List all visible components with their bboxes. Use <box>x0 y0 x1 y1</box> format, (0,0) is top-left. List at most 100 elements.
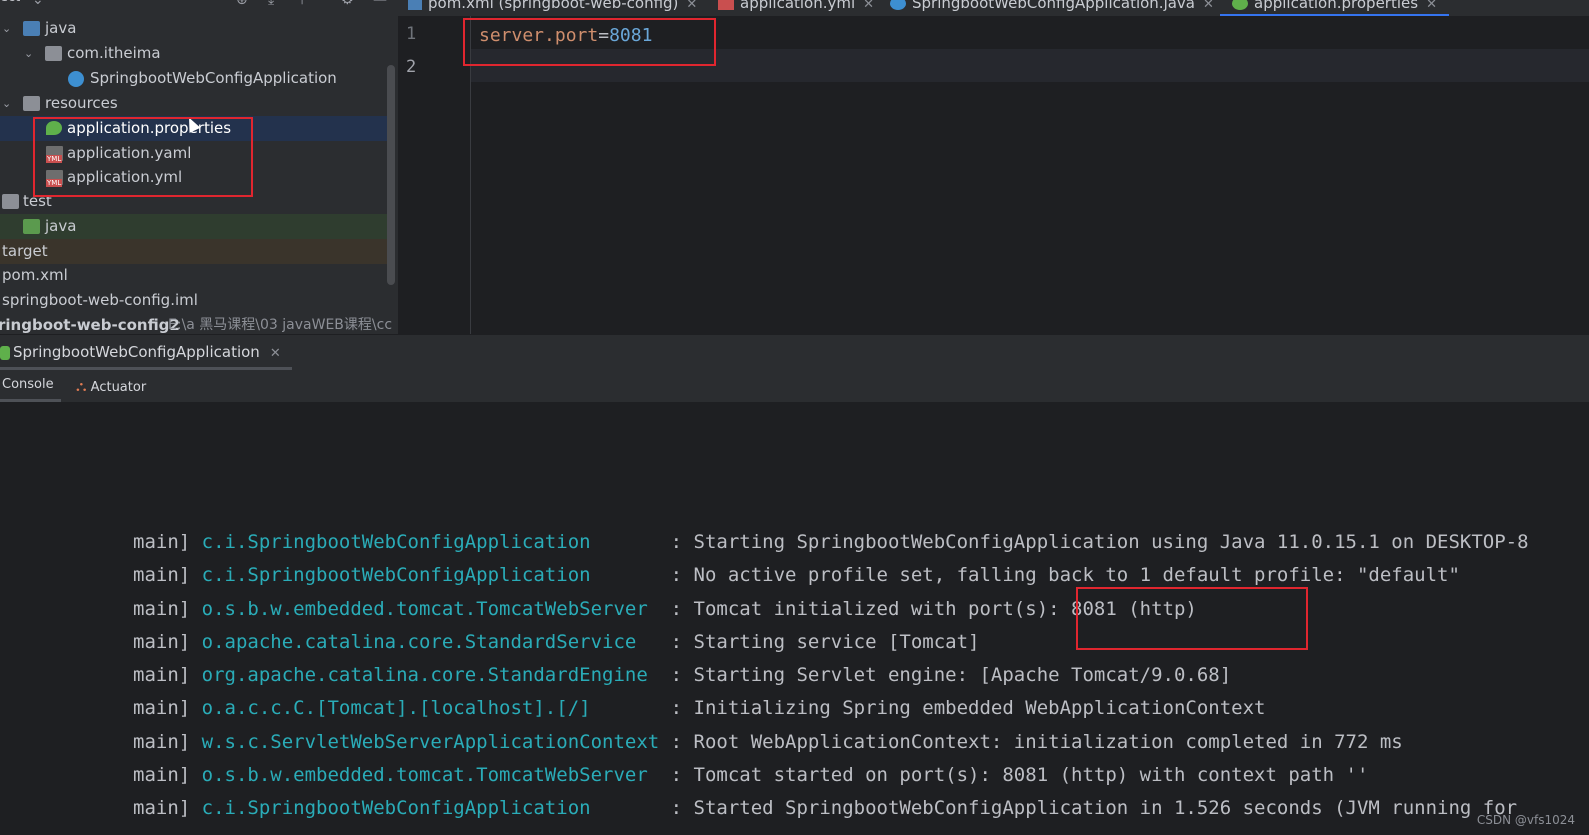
log-message: : Starting Servlet engine: [Apache Tomca… <box>659 664 1232 686</box>
log-logger: o.s.b.w.embedded.tomcat.TomcatWebServer <box>201 764 660 786</box>
console-line: main] w.s.c.ServletWebServerApplicationC… <box>133 731 1403 761</box>
tab-label: pom.xml (springboot-web-config) <box>428 0 679 12</box>
log-thread: main] <box>133 598 202 620</box>
tree-item-label: pom.xml <box>2 266 68 284</box>
tree-item-java[interactable]: ⌄ java <box>0 16 387 41</box>
console-line: main] c.i.SpringbootWebConfigApplication… <box>133 531 1529 561</box>
gear-icon[interactable]: ⚙ <box>341 0 354 8</box>
tree-item-label: java <box>45 217 77 235</box>
tab-application-yml[interactable]: application.yml ✕ <box>718 0 874 14</box>
folder-icon <box>2 194 19 209</box>
tree-item-label: target <box>2 242 48 260</box>
tree-item-resources[interactable]: ⌄ resources <box>0 91 387 116</box>
chevron-down-icon[interactable]: ⌄ <box>2 16 11 41</box>
hide-icon[interactable]: — <box>373 0 387 8</box>
tree-item-path: E:\a 黑马课程\03 javaWEB课程\cc <box>168 317 393 333</box>
console-line: main] o.apache.catalina.core.StandardSer… <box>133 631 980 661</box>
tab-actuator[interactable]: ⛬ Actuator <box>76 377 146 395</box>
yaml-file-icon <box>718 0 734 10</box>
highlight-box-port-8081 <box>1076 587 1308 650</box>
tab-application-properties[interactable]: application.properties ✕ <box>1220 0 1449 16</box>
log-thread: main] <box>133 731 202 753</box>
resources-folder-icon <box>23 96 40 111</box>
console-line: main] o.s.b.w.embedded.tomcat.TomcatWebS… <box>133 764 1368 794</box>
tab-label: application.yml <box>740 0 856 12</box>
spring-boot-run-icon <box>0 345 10 360</box>
console-line: main] o.s.b.w.embedded.tomcat.TomcatWebS… <box>133 598 1197 628</box>
log-thread: main] <box>133 797 202 819</box>
close-icon[interactable]: ✕ <box>1203 0 1214 12</box>
run-subtab-bar: Console ⛬ Actuator <box>0 370 1589 403</box>
project-tool-window: ect ⌄ ⊕ ⤓ ⤒ ⚙ — ⌄ java ⌄ com.itheima Spr… <box>0 0 398 336</box>
tree-item-target[interactable]: target <box>0 239 387 264</box>
code-editor[interactable]: 1 2 server.port=8081 <box>398 16 1589 334</box>
tab-label: Actuator <box>90 380 147 395</box>
editor-tab-bar: pom.xml (springboot-web-config) ✕ applica… <box>398 0 1589 16</box>
tree-item-label: java <box>45 19 77 37</box>
package-icon <box>45 46 62 61</box>
close-icon[interactable]: ✕ <box>270 346 281 361</box>
line-number: 2 <box>406 57 417 77</box>
tree-item-package[interactable]: ⌄ com.itheima <box>0 41 387 66</box>
tree-item-test-java[interactable]: java <box>0 214 387 239</box>
log-logger: org.apache.catalina.core.StandardEngine <box>201 664 660 686</box>
log-message: : Initializing Spring embedded WebApplic… <box>659 697 1266 719</box>
console-line: main] c.i.SpringbootWebConfigApplication… <box>133 797 1517 827</box>
tab-console[interactable]: Console <box>2 377 54 392</box>
line-number: 1 <box>406 24 417 44</box>
log-message: : No active profile set, falling back to… <box>659 564 1460 586</box>
spring-boot-class-icon <box>68 71 84 87</box>
run-tab-label: SpringbootWebConfigApplication <box>13 343 260 361</box>
tab-label: SpringbootWebConfigApplication.java <box>912 0 1196 12</box>
tab-pom-xml[interactable]: pom.xml (springboot-web-config) ✕ <box>408 0 697 14</box>
actuator-icon: ⛬ <box>76 377 87 395</box>
spring-boot-class-icon <box>890 0 906 10</box>
locate-icon[interactable]: ⊕ <box>236 0 248 8</box>
project-scrollbar[interactable] <box>387 65 395 285</box>
tab-label: application.properties <box>1254 0 1419 12</box>
tree-item-label: com.itheima <box>67 44 161 62</box>
chevron-down-icon[interactable]: ⌄ <box>2 91 11 116</box>
close-icon[interactable]: ✕ <box>863 0 874 12</box>
console-output[interactable]: main] c.i.SpringbootWebConfigApplication… <box>0 403 1589 835</box>
tab-main-class[interactable]: SpringbootWebConfigApplication.java ✕ <box>890 0 1214 14</box>
maven-file-icon <box>408 0 422 10</box>
source-folder-icon <box>23 21 40 36</box>
tree-item-label: resources <box>45 94 118 112</box>
expand-all-icon[interactable]: ⤓ <box>268 0 274 8</box>
tree-item-iml[interactable]: springboot-web-config.iml <box>0 288 387 313</box>
watermark: CSDN @vfs1024 <box>1476 813 1575 827</box>
tree-item-label: springboot-web-config.iml <box>2 291 198 309</box>
tree-item-main-class[interactable]: SpringbootWebConfigApplication <box>0 66 387 91</box>
tree-item-label: SpringbootWebConfigApplication <box>90 69 337 87</box>
log-logger: c.i.SpringbootWebConfigApplication <box>201 564 660 586</box>
log-thread: main] <box>133 631 202 653</box>
close-icon[interactable]: ✕ <box>686 0 697 12</box>
console-line: main] o.a.c.c.C.[Tomcat].[localhost].[/]… <box>133 697 1265 727</box>
close-icon[interactable]: ✕ <box>1426 0 1437 12</box>
project-view-label[interactable]: ect <box>0 0 20 5</box>
tree-item-pom[interactable]: pom.xml <box>0 263 387 288</box>
log-message: : Started SpringbootWebConfigApplication… <box>659 797 1518 819</box>
console-tab-underline <box>0 399 61 402</box>
log-thread: main] <box>133 764 202 786</box>
spring-properties-icon <box>1232 0 1248 10</box>
collapse-all-icon[interactable]: ⤒ <box>299 0 305 8</box>
test-source-folder-icon <box>23 219 40 234</box>
chevron-down-icon[interactable]: ⌄ <box>24 41 33 66</box>
log-logger: o.a.c.c.C.[Tomcat].[localhost].[/] <box>201 697 660 719</box>
log-message: : Starting service [Tomcat] <box>659 631 980 653</box>
log-logger: c.i.SpringbootWebConfigApplication <box>201 531 660 553</box>
run-tool-window-header: SpringbootWebConfigApplication ✕ <box>0 334 1589 371</box>
log-thread: main] <box>133 564 202 586</box>
log-message: : Tomcat started on port(s): 8081 (http)… <box>659 764 1369 786</box>
dropdown-chevron-icon[interactable]: ⌄ <box>32 0 44 8</box>
tree-item-label: ringboot-web-config2 <box>0 316 180 334</box>
highlight-box-server-port <box>463 18 716 66</box>
project-toolbar: ect ⌄ ⊕ ⤓ ⤒ ⚙ — <box>0 0 398 8</box>
log-thread: main] <box>133 664 202 686</box>
tree-item-project-root[interactable]: ringboot-web-config2 E:\a 黑马课程\03 javaWE… <box>0 313 392 336</box>
console-line: main] org.apache.catalina.core.StandardE… <box>133 664 1231 694</box>
run-configuration-tab[interactable]: SpringbootWebConfigApplication ✕ <box>0 343 281 361</box>
highlight-box-config-files <box>33 117 253 197</box>
